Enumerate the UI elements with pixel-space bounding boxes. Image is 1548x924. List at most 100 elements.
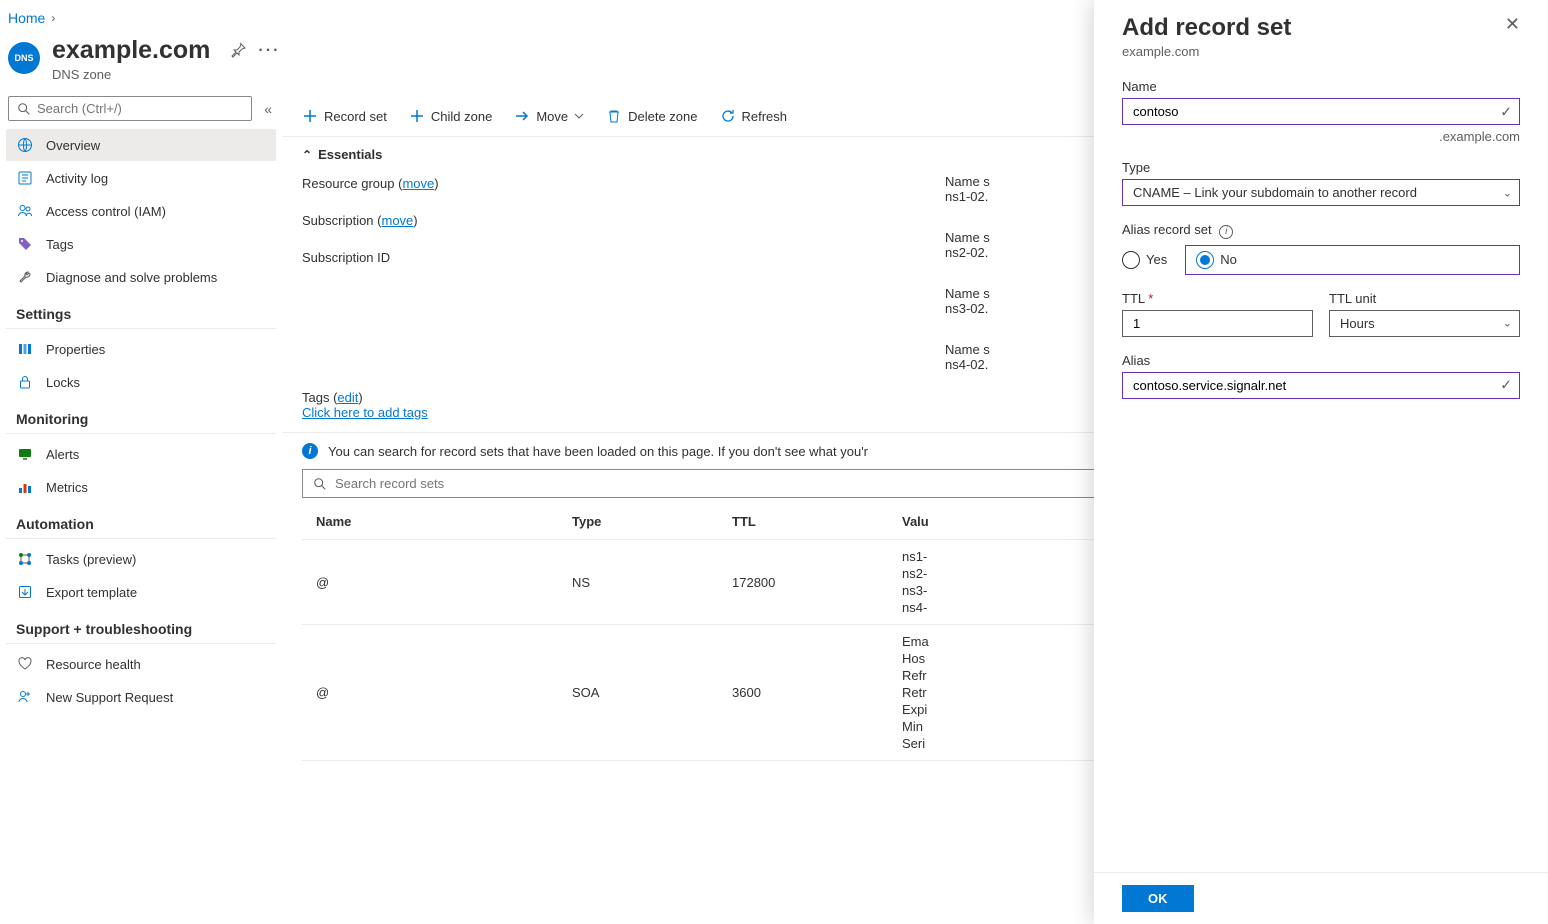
check-icon: ✓ xyxy=(1500,377,1512,394)
refresh-button[interactable]: Refresh xyxy=(720,108,788,124)
nav-tags[interactable]: Tags xyxy=(6,228,276,260)
nav-label: Alerts xyxy=(46,447,79,462)
nav-label: Tasks (preview) xyxy=(46,552,136,567)
close-icon[interactable]: ✕ xyxy=(1505,14,1520,35)
alias-no-radio[interactable]: No xyxy=(1185,245,1520,275)
nav-label: Resource health xyxy=(46,657,141,672)
chevron-down-icon xyxy=(574,111,584,121)
pin-icon[interactable] xyxy=(230,42,246,60)
nav-label: Access control (IAM) xyxy=(46,204,166,219)
section-settings: Settings xyxy=(6,294,276,329)
move-button[interactable]: Move xyxy=(514,108,584,124)
nav-metrics[interactable]: Metrics xyxy=(6,471,276,503)
trash-icon xyxy=(606,108,622,124)
ttl-input[interactable] xyxy=(1122,310,1313,337)
subscription-label: Subscription ( xyxy=(302,213,381,228)
properties-icon xyxy=(16,341,34,357)
alias-yes-radio[interactable]: Yes xyxy=(1122,245,1167,275)
subscription-id-label: Subscription ID xyxy=(302,250,390,265)
section-support: Support + troubleshooting xyxy=(6,609,276,644)
tag-icon xyxy=(16,236,34,252)
ttl-label: TTL * xyxy=(1122,291,1313,306)
globe-icon xyxy=(16,137,34,153)
nav-label: Diagnose and solve problems xyxy=(46,270,217,285)
plus-icon xyxy=(302,108,318,124)
child-zone-button[interactable]: Child zone xyxy=(409,108,492,124)
nav-export-template[interactable]: Export template xyxy=(6,576,276,608)
alert-icon xyxy=(16,446,34,462)
nav-diagnose[interactable]: Diagnose and solve problems xyxy=(6,261,276,293)
add-record-panel: Add record set ✕ example.com Name ✓ .exa… xyxy=(1094,0,1548,924)
delete-zone-button[interactable]: Delete zone xyxy=(606,108,697,124)
collapse-sidebar-icon[interactable]: « xyxy=(260,97,276,121)
edit-tags[interactable]: edit xyxy=(337,390,358,405)
ttl-unit-label: TTL unit xyxy=(1329,291,1520,306)
log-icon xyxy=(16,170,34,186)
refresh-icon xyxy=(720,108,736,124)
people-icon xyxy=(16,203,34,219)
type-select[interactable]: CNAME – Link your subdomain to another r… xyxy=(1122,179,1520,206)
chevron-up-icon: ⌃ xyxy=(302,148,312,162)
name-suffix: .example.com xyxy=(1122,129,1520,144)
page-subtitle: DNS zone xyxy=(52,67,210,82)
section-automation: Automation xyxy=(6,504,276,539)
info-text: You can search for record sets that have… xyxy=(328,444,868,459)
nav-label: Export template xyxy=(46,585,137,600)
info-icon[interactable]: i xyxy=(1219,225,1233,239)
nav-overview[interactable]: Overview xyxy=(6,129,276,161)
page-title: example.com xyxy=(52,36,210,65)
nav-new-support[interactable]: New Support Request xyxy=(6,681,276,713)
nav-label: Overview xyxy=(46,138,100,153)
type-label: Type xyxy=(1122,160,1520,175)
move-subscription[interactable]: move xyxy=(381,213,413,228)
panel-title: Add record set xyxy=(1122,14,1291,42)
nav-label: Properties xyxy=(46,342,105,357)
breadcrumb-home[interactable]: Home xyxy=(8,10,45,26)
add-tags-link[interactable]: Click here to add tags xyxy=(302,405,428,420)
nav-resource-health[interactable]: Resource health xyxy=(6,648,276,680)
search-icon xyxy=(17,102,31,116)
nav-properties[interactable]: Properties xyxy=(6,333,276,365)
alias-set-label: Alias record set i xyxy=(1122,222,1520,239)
sidebar-search-input[interactable] xyxy=(37,101,243,116)
nav-label: Locks xyxy=(46,375,80,390)
col-ttl: TTL xyxy=(732,514,902,529)
ttl-unit-select[interactable]: Hours xyxy=(1329,310,1520,337)
nav-alerts[interactable]: Alerts xyxy=(6,438,276,470)
info-icon: i xyxy=(302,443,318,459)
col-type: Type xyxy=(572,514,732,529)
tags-label: Tags ( xyxy=(302,390,337,405)
alias-label: Alias xyxy=(1122,353,1520,368)
nav-label: Tags xyxy=(46,237,73,252)
name-input[interactable] xyxy=(1122,98,1520,125)
more-icon[interactable]: ··· xyxy=(258,42,280,60)
nav-label: Activity log xyxy=(46,171,108,186)
sidebar-search[interactable] xyxy=(8,96,252,121)
nav-access-control[interactable]: Access control (IAM) xyxy=(6,195,276,227)
panel-subtitle: example.com xyxy=(1122,44,1520,59)
export-icon xyxy=(16,584,34,600)
name-label: Name xyxy=(1122,79,1520,94)
tasks-icon xyxy=(16,551,34,567)
heart-icon xyxy=(16,656,34,672)
nav-activity-log[interactable]: Activity log xyxy=(6,162,276,194)
ok-button[interactable]: OK xyxy=(1122,885,1194,912)
nav-locks[interactable]: Locks xyxy=(6,366,276,398)
move-resource-group[interactable]: move xyxy=(402,176,434,191)
col-name: Name xyxy=(302,514,572,529)
record-set-button[interactable]: Record set xyxy=(302,108,387,124)
nav-label: New Support Request xyxy=(46,690,173,705)
lock-icon xyxy=(16,374,34,390)
metrics-icon xyxy=(16,479,34,495)
support-icon xyxy=(16,689,34,705)
check-icon: ✓ xyxy=(1500,103,1512,120)
nav-label: Metrics xyxy=(46,480,88,495)
nav-tasks[interactable]: Tasks (preview) xyxy=(6,543,276,575)
plus-icon xyxy=(409,108,425,124)
wrench-icon xyxy=(16,269,34,285)
section-monitoring: Monitoring xyxy=(6,399,276,434)
search-icon xyxy=(313,477,327,491)
sidebar: « Overview Activity log Access control (… xyxy=(0,96,282,920)
alias-input[interactable] xyxy=(1122,372,1520,399)
resource-group-label: Resource group ( xyxy=(302,176,402,191)
